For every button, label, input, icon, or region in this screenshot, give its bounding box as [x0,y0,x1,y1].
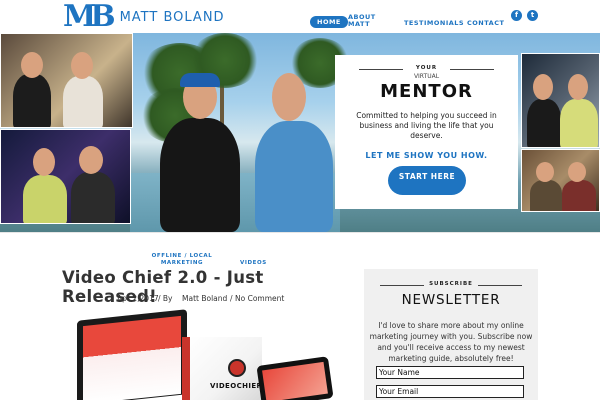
person-matt-black-shirt [160,118,240,232]
person-blue-shirt [255,121,333,232]
category-videos[interactable]: VIDEOS [240,260,267,266]
photo-person [530,180,562,211]
photo-person [23,175,67,223]
product-phone-image [256,356,334,400]
laptop-screen [83,315,181,400]
photo-person [560,99,598,147]
photo-person-head [568,74,588,100]
email-field[interactable] [376,385,524,398]
photo-person-head [568,162,586,182]
post-author-link[interactable]: Matt Boland [182,294,227,303]
mentor-title: MENTOR [380,81,473,102]
newsletter-widget: SUBSCRIBE NEWSLETTER I'd love to share m… [364,269,538,400]
photo-person-head [21,52,43,78]
mentor-card: YOUR VIRTUAL MENTOR Committed to helping… [335,55,518,209]
site-header: MB MATT BOLAND HOME ABOUT MATT TESTIMONI… [0,0,600,33]
start-here-button[interactable]: START HERE [388,166,466,195]
mentor-subkicker: VIRTUAL [413,73,440,80]
nav-testimonials[interactable]: TESTIMONIALS [404,19,464,27]
category-offline-local-marketing[interactable]: OFFLINE / LOCAL MARKETING [148,253,216,267]
newsletter-kicker: SUBSCRIBE [429,281,473,287]
photo-person-head [71,52,93,79]
post-comments-link[interactable]: No Comment [235,294,284,303]
show-you-how-link[interactable]: LET ME SHOW YOU HOW. [335,151,518,160]
newsletter-title: NEWSLETTER [401,292,501,308]
main-nav: HOME ABOUT MATT TESTIMONIALS CONTACT [0,0,600,33]
photo-person-head [33,148,55,176]
post-by-label: / By [158,294,173,303]
twitter-icon[interactable]: t [527,10,538,21]
product-box-image: VIDEOCHIEF [182,337,262,400]
photo-person [562,180,596,211]
photo-bottom-right [521,149,600,212]
person-head [272,73,306,121]
name-field[interactable] [376,366,524,379]
photo-person [13,74,51,127]
photo-person-head [533,74,553,100]
blue-cap [180,73,220,87]
videochief-logo-icon [228,359,246,377]
photo-bottom-left [0,129,131,224]
photo-top-right [521,53,600,148]
phone-screen [262,361,328,400]
product-laptop-image [77,309,187,400]
facebook-icon[interactable]: f [511,10,522,21]
nav-contact[interactable]: CONTACT [467,19,504,27]
photo-person [527,99,561,147]
nav-home[interactable]: HOME [310,16,348,28]
nav-about-matt[interactable]: ABOUT MATT [348,14,378,28]
photo-top-left [0,33,133,128]
photo-person-head [536,162,554,182]
photo-person [63,76,103,127]
meta-separator: / [230,294,233,303]
photo-person [71,172,115,223]
newsletter-description: I'd love to share more about my online m… [369,321,533,363]
mentor-description: Committed to helping you succeed in busi… [356,111,497,140]
product-brand: VIDEOCHIEF [210,382,262,390]
section-divider [0,232,600,233]
hero-banner: YOUR VIRTUAL MENTOR Committed to helping… [0,33,600,232]
post-date: Apr 2,2017 [117,294,159,303]
mentor-kicker: YOUR [415,65,438,71]
photo-person-head [79,146,103,174]
